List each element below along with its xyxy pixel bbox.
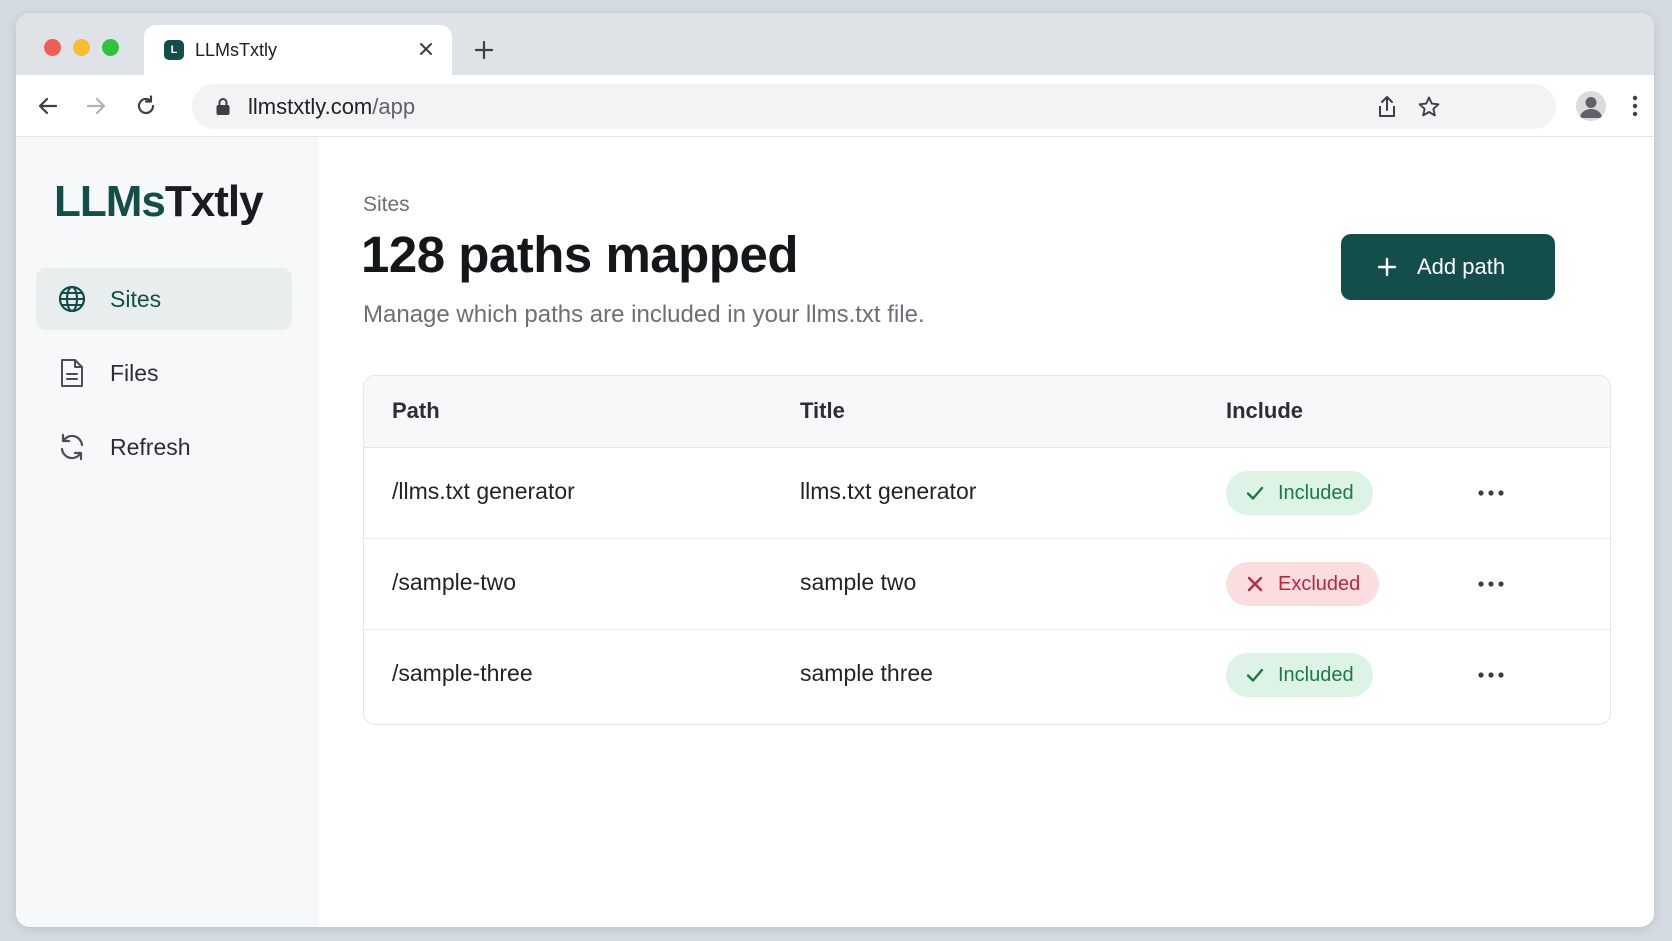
- title-cell: sample three: [800, 660, 933, 686]
- file-icon: [56, 357, 88, 389]
- url-domain: llmstxtly.com: [248, 93, 373, 119]
- globe-icon: [56, 283, 88, 315]
- column-header-include[interactable]: Include: [1226, 398, 1303, 424]
- row-more-icon[interactable]: [1474, 480, 1508, 506]
- sidebar-item-sites[interactable]: Sites: [36, 268, 292, 330]
- browser-menu-icon[interactable]: [1625, 91, 1645, 121]
- bookmark-star-icon[interactable]: [1414, 92, 1444, 122]
- table-row[interactable]: /sample-three sample three Included: [364, 630, 1610, 721]
- check-icon: [1244, 482, 1266, 504]
- brand-accent: LLMs: [54, 177, 166, 226]
- page-subtitle: Manage which paths are included in your …: [363, 301, 925, 328]
- forward-arrow-icon[interactable]: [81, 91, 111, 121]
- table-row[interactable]: /llms.txt generator llms.txt generator I…: [364, 448, 1610, 539]
- x-icon: [1244, 573, 1266, 595]
- minimize-window-button[interactable]: [73, 39, 90, 56]
- status-label: Included: [1278, 663, 1354, 686]
- sidebar-item-label: Refresh: [110, 433, 191, 460]
- check-icon: [1244, 664, 1266, 686]
- row-more-icon[interactable]: [1474, 662, 1508, 688]
- plus-icon: [1375, 255, 1399, 279]
- breadcrumb[interactable]: Sites: [363, 193, 410, 217]
- title-cell: llms.txt generator: [800, 478, 977, 504]
- new-tab-icon[interactable]: [471, 37, 497, 63]
- reload-icon[interactable]: [131, 91, 161, 121]
- status-badge[interactable]: Included: [1226, 471, 1373, 515]
- close-tab-icon[interactable]: [414, 37, 438, 61]
- sidebar: LLMsTxtly Sites Files Refresh: [16, 137, 319, 927]
- row-more-icon[interactable]: [1474, 571, 1508, 597]
- add-path-label: Add path: [1417, 254, 1506, 279]
- back-arrow-icon[interactable]: [33, 91, 63, 121]
- sidebar-item-label: Sites: [110, 285, 162, 312]
- brand-logo[interactable]: LLMsTxtly: [54, 177, 264, 227]
- table-row[interactable]: /sample-two sample two Excluded: [364, 539, 1610, 630]
- add-path-button[interactable]: Add path: [1341, 234, 1555, 300]
- status-label: Excluded: [1278, 572, 1361, 595]
- browser-tab[interactable]: L LLMsTxtly: [144, 25, 452, 75]
- favicon-icon: L: [164, 40, 184, 60]
- sidebar-item-label: Files: [110, 359, 159, 386]
- browser-toolbar: llmstxtly.com/app: [16, 75, 1654, 137]
- refresh-icon: [56, 431, 88, 463]
- title-cell: sample two: [800, 569, 917, 595]
- share-icon[interactable]: [1372, 92, 1402, 122]
- maximize-window-button[interactable]: [102, 39, 119, 56]
- close-window-button[interactable]: [44, 39, 61, 56]
- url-path: /app: [372, 93, 416, 119]
- status-label: Included: [1278, 481, 1354, 504]
- column-header-title[interactable]: Title: [800, 398, 845, 424]
- brand-rest: Txtly: [164, 177, 264, 226]
- paths-table: Path Title Include /llms.txt generator l…: [363, 375, 1611, 725]
- profile-avatar-icon[interactable]: [1576, 91, 1606, 121]
- lock-icon: [214, 97, 232, 117]
- page-title: 128 paths mapped: [361, 226, 798, 283]
- address-bar[interactable]: llmstxtly.com/app: [192, 84, 1556, 129]
- table-header: Path Title Include: [364, 376, 1610, 448]
- path-cell: /sample-two: [392, 569, 516, 595]
- status-badge[interactable]: Included: [1226, 653, 1373, 697]
- tab-title: LLMsTxtly: [195, 39, 278, 60]
- status-badge[interactable]: Excluded: [1226, 562, 1380, 606]
- sidebar-item-files[interactable]: Files: [36, 342, 292, 404]
- column-header-path[interactable]: Path: [392, 398, 440, 424]
- url-text: llmstxtly.com/app: [248, 94, 415, 120]
- app-root: LLMsTxtly Sites Files Refresh Sites 128 …: [16, 137, 1654, 927]
- sidebar-item-refresh[interactable]: Refresh: [36, 416, 292, 478]
- path-cell: /llms.txt generator: [392, 478, 575, 504]
- path-cell: /sample-three: [392, 660, 533, 686]
- browser-window: L LLMsTxtly llmstxtly.com/app LLMsTxtly …: [16, 13, 1654, 927]
- browser-titlebar: L LLMsTxtly: [16, 13, 1654, 75]
- main-content: Sites 128 paths mapped Manage which path…: [319, 137, 1654, 927]
